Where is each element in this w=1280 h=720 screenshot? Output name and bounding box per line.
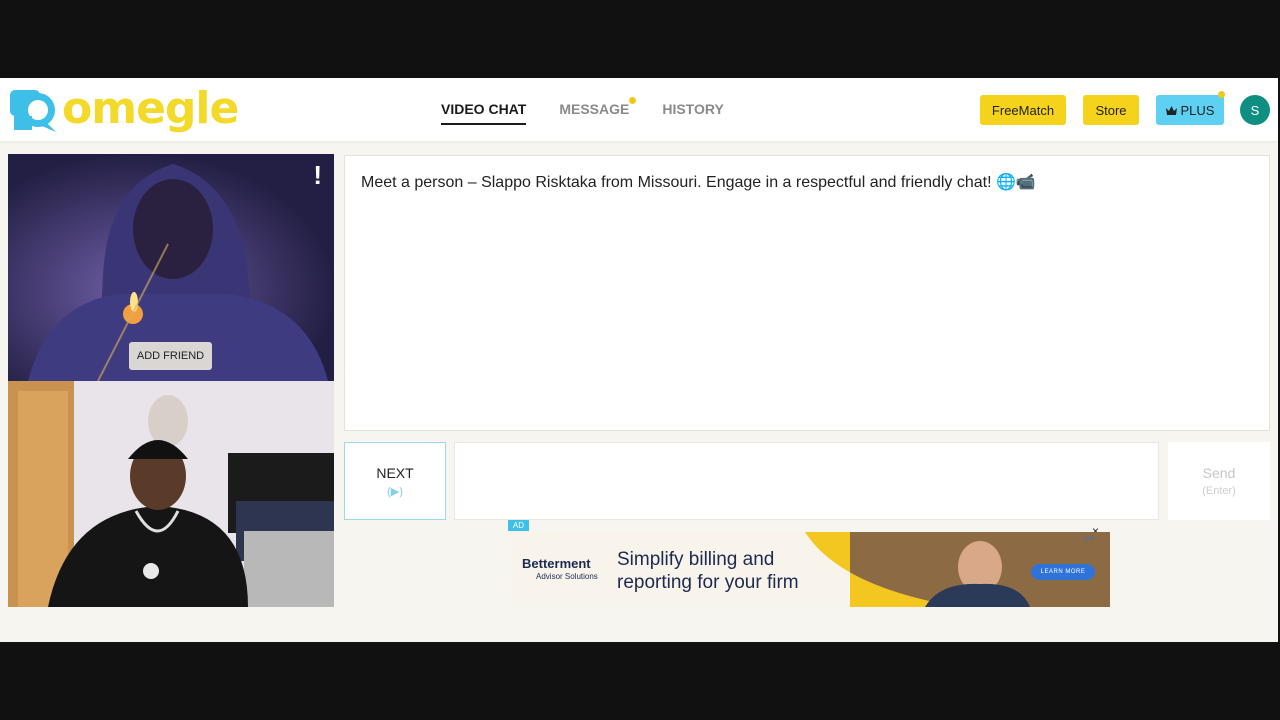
tab-history[interactable]: HISTORY [662, 101, 723, 125]
store-button[interactable]: Store [1083, 95, 1139, 125]
next-label: NEXT [376, 464, 414, 481]
logo[interactable]: omegle [8, 82, 239, 134]
notification-dot [629, 97, 637, 104]
ad-brand: Betterment Advisor Solutions [522, 556, 598, 581]
chat-log: Meet a person – Slappo Risktaka from Mis… [344, 155, 1270, 431]
ad-label: AD [508, 520, 529, 531]
app-window: omegle VIDEO CHAT MESSAGE HISTORY FreeMa… [0, 78, 1278, 642]
next-button[interactable]: NEXT (▶) [344, 442, 446, 520]
ad-headline: Simplify billing and reporting for your … [617, 549, 799, 593]
notification-dot [1218, 91, 1225, 98]
letterbox-bottom [0, 642, 1280, 720]
ad-choices-icon[interactable]: ▷× [1084, 534, 1106, 546]
next-shortcut-hint: (▶) [387, 485, 403, 498]
logo-icon [8, 86, 60, 134]
freematch-button[interactable]: FreeMatch [980, 95, 1066, 125]
send-button[interactable]: Send (Enter) [1168, 442, 1270, 520]
header: omegle VIDEO CHAT MESSAGE HISTORY FreeMa… [0, 78, 1278, 141]
crown-icon [1165, 105, 1177, 115]
letterbox-top [0, 0, 1280, 78]
plus-button[interactable]: PLUS [1156, 91, 1225, 125]
tab-message-label: MESSAGE [559, 101, 630, 117]
avatar[interactable]: S [1240, 95, 1270, 125]
send-label: Send [1202, 465, 1236, 481]
plus-label: PLUS [1180, 102, 1215, 118]
ad-banner[interactable]: Betterment Advisor Solutions Simplify bi… [510, 532, 1110, 607]
ad-brand-sub: Advisor Solutions [536, 572, 598, 581]
send-shortcut-hint: (Enter) [1202, 485, 1236, 497]
tab-message[interactable]: MESSAGE [559, 97, 637, 125]
report-icon[interactable]: ! [313, 160, 322, 191]
message-input[interactable] [454, 442, 1159, 520]
ad-brand-name: Betterment [522, 556, 591, 571]
add-friend-button[interactable]: ADD FRIEND [129, 342, 212, 370]
self-video-frame [8, 381, 334, 607]
self-video [8, 381, 334, 607]
tab-video-chat[interactable]: VIDEO CHAT [441, 101, 527, 125]
main-nav: VIDEO CHAT MESSAGE HISTORY [441, 97, 724, 125]
logo-text: omegle [62, 82, 239, 134]
system-intro-message: Meet a person – Slappo Risktaka from Mis… [361, 174, 1036, 191]
ad-cta-button[interactable]: LEARN MORE [1031, 564, 1095, 580]
stranger-video: ! ADD FRIEND [8, 154, 334, 381]
